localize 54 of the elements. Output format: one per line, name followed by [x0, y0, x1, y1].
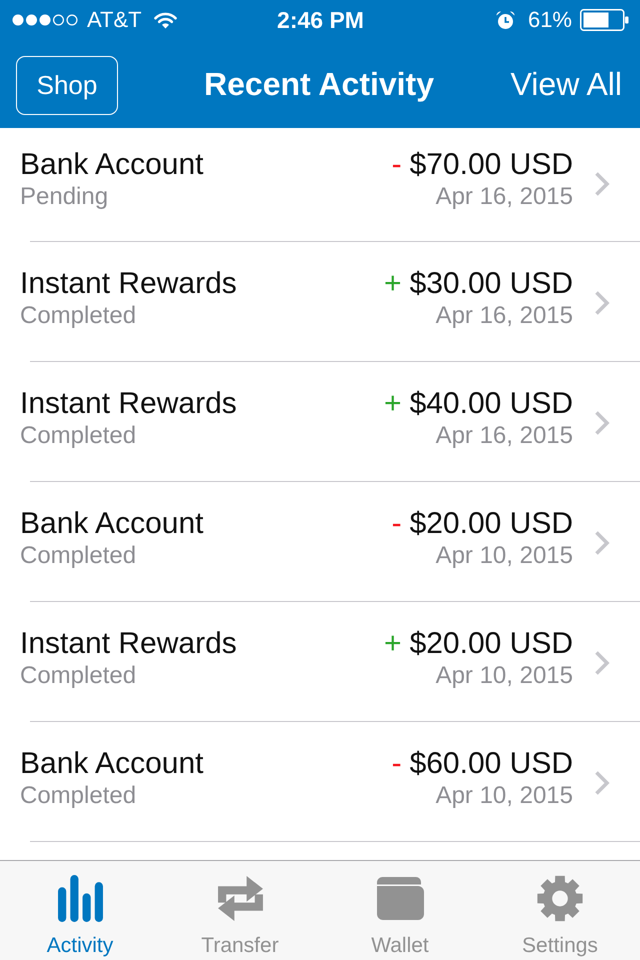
transaction-name: Bank Account	[20, 148, 204, 182]
amount-sign: +	[384, 387, 402, 421]
tab-button[interactable]: Wallet	[320, 861, 480, 960]
transaction-amount: $20.00 USD	[410, 507, 573, 541]
amount-sign: +	[384, 267, 402, 301]
battery-percent: 61%	[528, 7, 572, 33]
chevron-icon	[594, 171, 610, 197]
tab-button[interactable]: Settings	[480, 861, 640, 960]
repeat-arrows-icon	[216, 875, 264, 922]
tab-button[interactable]: Transfer	[160, 861, 320, 960]
transaction-name: Instant Rewards	[20, 627, 237, 661]
chevron-icon	[594, 410, 610, 436]
amount-sign: -	[392, 507, 402, 541]
chevron-icon	[594, 650, 610, 676]
wallet-icon	[376, 875, 424, 922]
transaction-status: Completed	[20, 781, 136, 811]
chevron-icon	[594, 290, 610, 316]
transaction-date: Apr 10, 2015	[436, 781, 573, 811]
amount-sign: +	[384, 627, 402, 661]
alarm-clock-icon	[496, 10, 515, 30]
transaction-date: Apr 16, 2015	[436, 421, 573, 451]
screen-title: Recent Activity	[204, 65, 434, 103]
transaction-status: Completed	[20, 541, 136, 571]
amount-sign: -	[392, 148, 402, 182]
transaction-date: Apr 10, 2015	[436, 661, 573, 691]
tab-button[interactable]: Activity	[0, 861, 160, 960]
transaction-amount: $20.00 USD	[410, 627, 573, 661]
shop-button[interactable]: Shop	[16, 56, 118, 115]
transaction-status: Completed	[20, 421, 136, 451]
settings-icon	[536, 875, 584, 922]
transaction-status: Completed	[20, 301, 136, 331]
chevron-icon	[594, 530, 610, 556]
amount-sign: -	[392, 747, 402, 781]
signal-icon	[12, 14, 79, 26]
transaction-date: Apr 16, 2015	[436, 301, 573, 331]
transaction-status: Completed	[20, 661, 136, 691]
transaction-amount: $40.00 USD	[410, 387, 573, 421]
view-all-button[interactable]: View All	[510, 65, 622, 103]
transaction-name: Instant Rewards	[20, 387, 237, 421]
transaction-date: Apr 16, 2015	[436, 182, 573, 212]
bar-chart-icon	[58, 875, 102, 922]
status-time: 2:46 PM	[277, 7, 364, 33]
transaction-name: Instant Rewards	[20, 267, 237, 301]
transaction-date: Apr 10, 2015	[436, 541, 573, 571]
wifi-icon	[154, 12, 177, 28]
chevron-icon	[594, 770, 610, 796]
transaction-name: Bank Account	[20, 507, 204, 541]
carrier-name: AT&T	[87, 7, 142, 33]
battery-icon	[580, 9, 629, 31]
transaction-amount: $30.00 USD	[410, 267, 573, 301]
transaction-name: Bank Account	[20, 747, 204, 781]
transaction-amount: $70.00 USD	[410, 148, 573, 182]
transaction-status: Pending	[20, 182, 108, 212]
transaction-amount: $60.00 USD	[410, 747, 573, 781]
